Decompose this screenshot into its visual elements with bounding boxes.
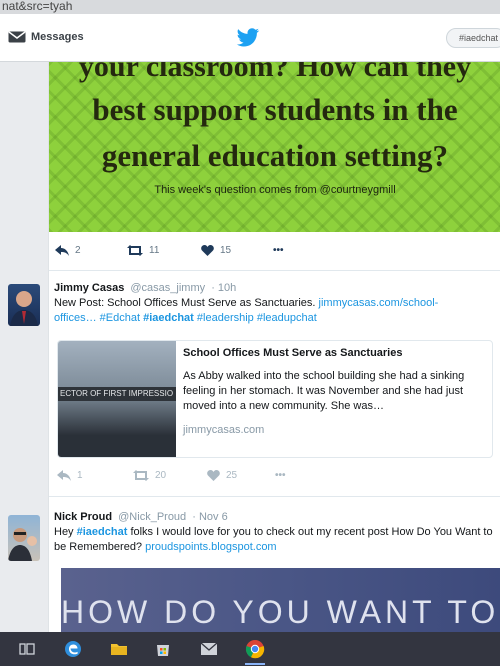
reply-count: 1 <box>77 470 83 481</box>
author-name[interactable]: Jimmy Casas <box>54 282 124 294</box>
post-image[interactable]: HOW DO YOU WANT TO BE <box>61 568 500 632</box>
hashtag-leadership[interactable]: #leadership <box>197 312 254 324</box>
messages-nav-item[interactable]: Messages <box>8 31 84 43</box>
link-preview-card[interactable]: ECTOR OF FIRST IMPRESSIO School Offices … <box>57 340 493 458</box>
heart-icon <box>207 470 220 481</box>
card-credit: This week's question comes from @courtne… <box>154 184 396 196</box>
browser-url-fragment[interactable]: nat&src=tyah <box>0 0 500 14</box>
tweet-text-start: Hey <box>54 526 74 538</box>
retweet-count: 20 <box>155 470 167 481</box>
tweet-link[interactable]: proudspoints.blogspot.com <box>145 541 276 553</box>
reply-icon <box>57 470 71 481</box>
link-preview-description: As Abby walked into the school building … <box>183 370 465 412</box>
retweet-count: 11 <box>149 245 160 256</box>
author-handle[interactable]: @casas_jimmy <box>130 282 205 294</box>
search-input[interactable]: #iaedchat <box>446 28 500 48</box>
tweet-header: Nick Proud @Nick_Proud · Nov 6 <box>54 511 228 523</box>
tweet-divider <box>49 496 500 497</box>
like-button[interactable]: 15 <box>201 245 231 256</box>
profile-photo <box>8 528 37 561</box>
retweet-icon <box>127 245 143 256</box>
card-text-line-3: general education setting? <box>101 138 449 173</box>
link-preview-domain: jimmycasas.com <box>183 424 265 436</box>
tweet-text: Hey #iaedchat folks I would love for you… <box>54 525 500 555</box>
retweet-icon <box>133 470 149 481</box>
edge-browser-icon[interactable] <box>60 636 86 662</box>
retweet-button[interactable]: 20 <box>133 470 166 481</box>
tweet-link-part-2[interactable]: offices… <box>54 312 97 324</box>
tweet-text: New Post: School Offices Must Serve as S… <box>54 296 500 326</box>
messages-envelope-icon <box>8 31 26 43</box>
twitter-bird-icon[interactable] <box>236 28 260 48</box>
tweet-header: Jimmy Casas @casas_jimmy · 10h <box>54 282 236 294</box>
tweet-body: New Post: School Offices Must Serve as S… <box>54 297 316 309</box>
author-name[interactable]: Nick Proud <box>54 511 112 523</box>
reply-count: 2 <box>75 245 81 256</box>
windows-taskbar <box>0 632 500 666</box>
task-view-icon[interactable] <box>14 636 40 662</box>
more-options-icon[interactable]: ••• <box>275 470 286 481</box>
tweet-time[interactable]: · Nov 6 <box>192 511 227 523</box>
file-explorer-icon[interactable] <box>106 636 132 662</box>
tweet-actions: 1 20 25 ••• <box>49 470 500 488</box>
hashtag-edchat[interactable]: #Edchat <box>100 312 140 324</box>
like-button[interactable]: 25 <box>207 470 237 481</box>
link-preview-title: School Offices Must Serve as Sanctuaries <box>183 347 403 359</box>
store-icon[interactable] <box>150 636 176 662</box>
like-count: 15 <box>220 245 232 256</box>
link-preview-thumbnail: ECTOR OF FIRST IMPRESSIO <box>58 341 176 457</box>
tweet-divider <box>49 270 500 271</box>
reply-button[interactable]: 2 <box>55 245 81 256</box>
author-handle[interactable]: @Nick_Proud <box>118 511 186 523</box>
heart-icon <box>201 245 214 256</box>
reply-button[interactable]: 1 <box>57 470 83 481</box>
more-options-icon[interactable]: ••• <box>273 245 284 256</box>
avatar-nick-proud[interactable] <box>8 515 40 561</box>
question-card-image[interactable]: your classroom? How can they best suppor… <box>49 62 500 232</box>
chrome-browser-icon[interactable] <box>242 636 268 665</box>
tweet-actions: 2 11 15 ••• <box>49 245 500 263</box>
hashtag-iaedchat[interactable]: #iaedchat <box>143 312 194 324</box>
card-text-line-1: your classroom? How can they <box>78 62 472 83</box>
hashtag-iaedchat[interactable]: #iaedchat <box>77 526 128 538</box>
reply-icon <box>55 245 69 256</box>
profile-photo <box>10 291 38 326</box>
tweet-time[interactable]: · 10h <box>211 282 236 294</box>
tweet-feed: your classroom? How can they best suppor… <box>48 62 500 632</box>
post-image-text: HOW DO YOU WANT TO BE <box>61 594 500 630</box>
like-count: 25 <box>226 470 238 481</box>
hashtag-leadupchat[interactable]: #leadupchat <box>257 312 317 324</box>
avatar-jimmy-casas[interactable] <box>8 284 40 326</box>
card-text-line-2: best support students in the <box>92 92 458 127</box>
retweet-button[interactable]: 11 <box>127 245 159 256</box>
mail-icon[interactable] <box>196 636 222 662</box>
twitter-nav-bar: Messages #iaedchat <box>0 14 500 62</box>
messages-label: Messages <box>31 31 84 43</box>
thumbnail-sign-text: ECTOR OF FIRST IMPRESSIO <box>58 387 176 401</box>
tweet-link-part-1[interactable]: jimmycasas.com/school- <box>319 297 439 309</box>
